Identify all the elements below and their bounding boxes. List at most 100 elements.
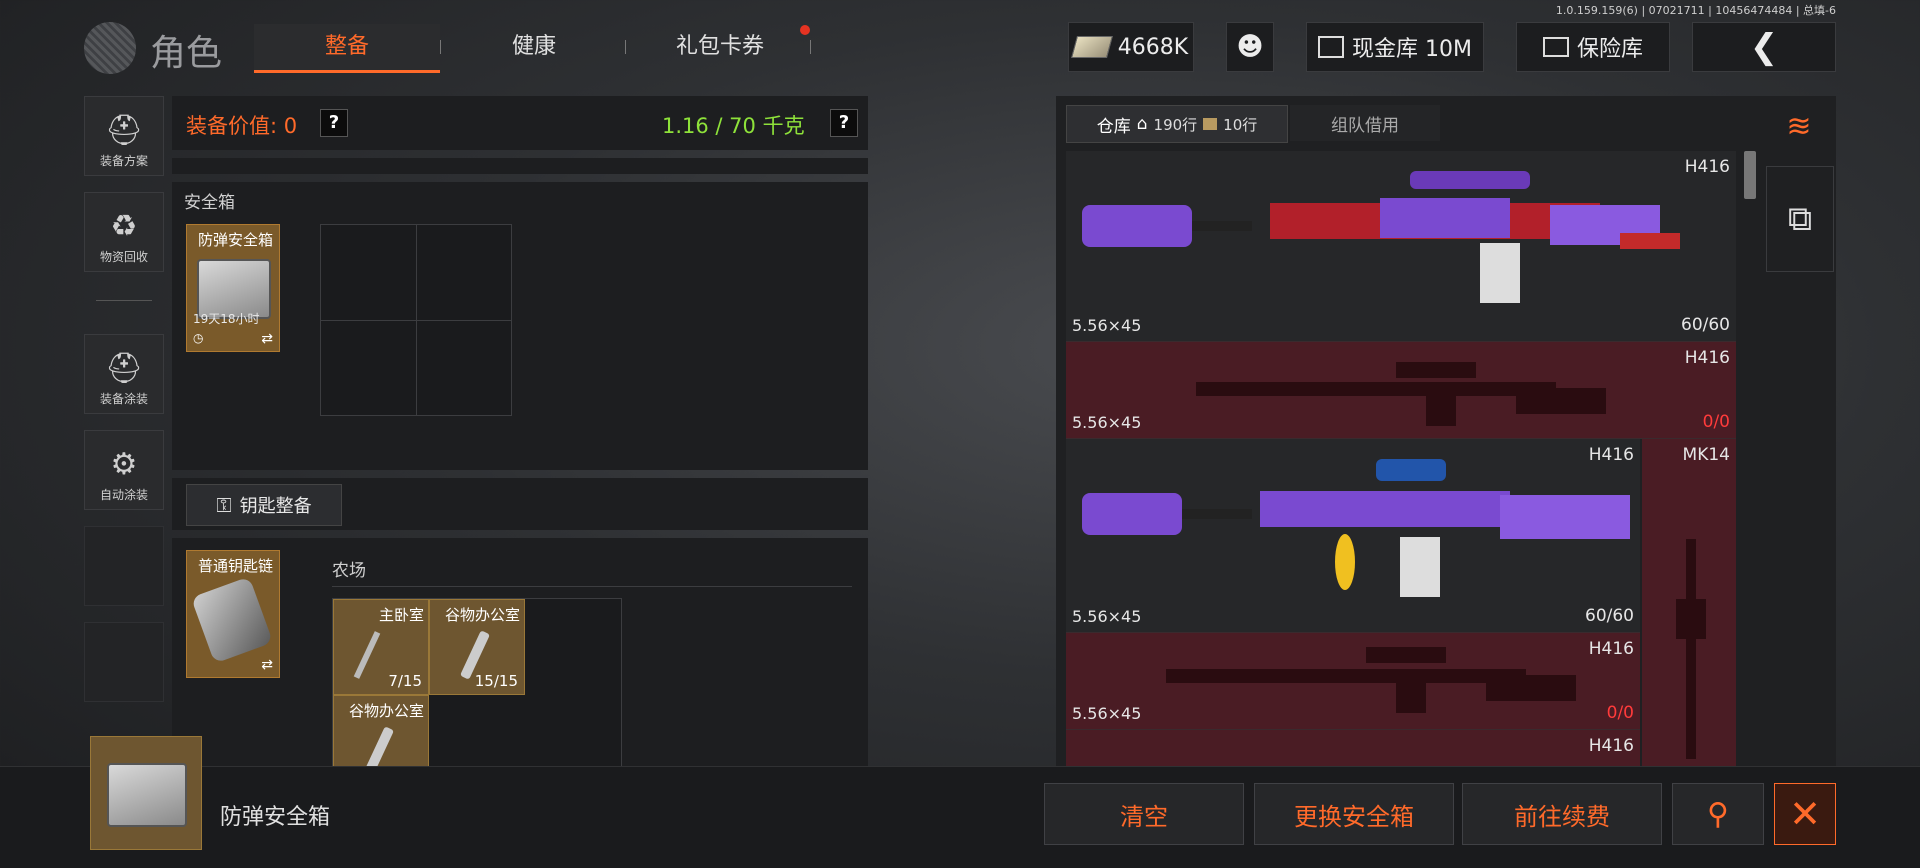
swap-icon: ⇄ bbox=[261, 657, 273, 673]
key-count: 15/15 bbox=[474, 672, 518, 690]
renew-button[interactable]: 前往续费 bbox=[1462, 783, 1662, 845]
team-borrow-label: 组队借用 bbox=[1331, 115, 1399, 136]
ticket-icon bbox=[1203, 118, 1218, 130]
warehouse-tab-label: 仓库 bbox=[1096, 116, 1131, 137]
selected-item-thumbnail bbox=[90, 736, 202, 850]
equipment-value: 装备价值: 0 bbox=[186, 114, 298, 138]
tab-team-borrow[interactable]: 组队借用 bbox=[1290, 105, 1440, 141]
help-icon[interactable]: ? bbox=[830, 109, 858, 137]
tab-health[interactable]: 健康 bbox=[460, 24, 608, 70]
key-image bbox=[363, 726, 395, 766]
safebox-item[interactable]: 防弹安全箱 19天18小时 ◷ ⇄ bbox=[186, 224, 280, 352]
selected-item-name: 防弹安全箱 bbox=[220, 805, 331, 830]
safebox-item-name: 防弹安全箱 bbox=[197, 231, 273, 249]
stash-down-button[interactable]: ⧉ bbox=[1766, 166, 1834, 272]
sidebar-item-auto-paint[interactable]: ⚙ 自动涂装 bbox=[84, 430, 164, 510]
tab-divider bbox=[440, 40, 441, 54]
key-item[interactable]: 主卧室 7/15 bbox=[333, 599, 429, 695]
sidebar-empty-slot bbox=[84, 526, 164, 606]
stack-refresh-icon: ≋ bbox=[1786, 108, 1812, 144]
keys-header: ⚿ 钥匙整备 bbox=[172, 478, 868, 530]
sidebar-item-paint[interactable]: ⛑ 装备涂装 bbox=[84, 334, 164, 414]
tab-divider bbox=[810, 40, 811, 54]
currency-amount: 4668K bbox=[1117, 34, 1189, 60]
close-button[interactable]: ✕ bbox=[1774, 783, 1836, 845]
weapon-ammo: 60/60 bbox=[1681, 315, 1730, 335]
cash-vault-label: 现金库 10M bbox=[1352, 37, 1472, 62]
safebox-grid[interactable] bbox=[320, 224, 512, 416]
key-item[interactable]: 谷物办公室 bbox=[333, 695, 429, 766]
weapon-ammo: 0/0 bbox=[1702, 412, 1730, 432]
helmet-grid-icon: ⛑ bbox=[104, 113, 144, 148]
search-icon: ⚲ bbox=[1707, 796, 1729, 832]
rifle-silhouette-image bbox=[1166, 647, 1576, 713]
keychain-item[interactable]: 普通钥匙链 ⇄ bbox=[186, 550, 280, 678]
safebox-panel: 安全箱 防弹安全箱 19天18小时 ◷ ⇄ bbox=[172, 182, 868, 470]
warehouse-row[interactable]: H416 5.56×45 60/60 bbox=[1066, 151, 1736, 342]
equipment-value-bar: 装备价值: 0 ? 1.16 / 70 千克 ? bbox=[172, 96, 868, 150]
tab-divider bbox=[625, 40, 626, 54]
close-icon: ✕ bbox=[1789, 792, 1821, 836]
clear-button[interactable]: 清空 bbox=[1044, 783, 1244, 845]
replace-safebox-button[interactable]: 更换安全箱 bbox=[1254, 783, 1454, 845]
safe-vault-label: 保险库 bbox=[1576, 37, 1643, 62]
agent-button[interactable]: ☻ bbox=[1226, 22, 1274, 72]
warehouse-scrollbar[interactable] bbox=[1744, 151, 1756, 199]
sidebar-empty-slot bbox=[84, 622, 164, 702]
rifle-silhouette-image bbox=[1676, 539, 1706, 759]
safebox-image bbox=[107, 763, 187, 827]
vault-card-icon bbox=[1318, 36, 1344, 58]
divider bbox=[332, 586, 852, 587]
safe-icon bbox=[1542, 37, 1569, 57]
version-text: 1.0.159.159(6) | 07021711 | 10456474484 … bbox=[1555, 4, 1836, 17]
weapon-name: H416 bbox=[1588, 639, 1634, 659]
warehouse-row[interactable]: H416 5.56×45 0/0 bbox=[1066, 633, 1640, 730]
safebox-time: 19天18小时 bbox=[193, 312, 260, 326]
key-name: 谷物办公室 bbox=[444, 606, 520, 624]
search-button[interactable]: ⚲ bbox=[1672, 783, 1764, 845]
cash-stack-icon bbox=[1070, 36, 1113, 58]
weapon-caliber: 5.56×45 bbox=[1072, 413, 1142, 432]
sidebar-item-label: 装备方案 bbox=[99, 154, 148, 168]
safe-vault-button[interactable]: 保险库 bbox=[1516, 22, 1670, 72]
keychain-item-name: 普通钥匙链 bbox=[197, 557, 273, 575]
key-count: 7/15 bbox=[388, 672, 422, 690]
weapon-caliber: 5.56×45 bbox=[1072, 316, 1142, 335]
keys-button-label: 钥匙整备 bbox=[239, 496, 312, 517]
swap-icon: ⇄ bbox=[261, 331, 273, 347]
weapon-ammo: 0/0 bbox=[1606, 703, 1634, 723]
weight-readout: 1.16 / 70 千克 bbox=[662, 114, 805, 138]
weapon-name: MK14 bbox=[1682, 445, 1730, 465]
sort-button[interactable]: ≋ bbox=[1766, 96, 1832, 156]
help-icon[interactable]: ? bbox=[320, 109, 348, 137]
key-item[interactable]: 谷物办公室 15/15 bbox=[429, 599, 525, 695]
weapon-ammo: 60/60 bbox=[1585, 606, 1634, 626]
warehouse-row[interactable]: H416 bbox=[1066, 730, 1640, 767]
back-arrow-icon: ❮ bbox=[1749, 27, 1779, 67]
equipment-strip bbox=[172, 158, 868, 174]
tab-loadout[interactable]: 整备 bbox=[254, 24, 440, 73]
sidebar-item-label: 自动涂装 bbox=[99, 488, 148, 502]
helmet-paint-icon: ⛑ bbox=[104, 351, 144, 386]
warehouse-side-item[interactable]: MK14 bbox=[1642, 439, 1736, 766]
key-icon: ⚿ bbox=[216, 493, 232, 517]
tab-gift-coupons[interactable]: 礼包卡券 bbox=[640, 24, 800, 70]
key-image bbox=[353, 631, 381, 679]
sidebar-item-label: 装备涂装 bbox=[99, 392, 148, 406]
sidebar-item-recycle[interactable]: ♻ 物资回收 bbox=[84, 192, 164, 272]
tab-warehouse[interactable]: 仓库 ⌂ 190行 10行 bbox=[1066, 105, 1288, 143]
sidebar-item-loadout-plan[interactable]: ⛑ 装备方案 bbox=[84, 96, 164, 176]
cash-vault-button[interactable]: 现金库 10M bbox=[1306, 22, 1484, 72]
keychain-image bbox=[190, 576, 274, 664]
warehouse-row[interactable]: H416 5.56×45 0/0 bbox=[1066, 342, 1736, 439]
weapon-caliber: 5.56×45 bbox=[1072, 607, 1142, 626]
currency-display[interactable]: 4668K bbox=[1068, 22, 1194, 72]
ticket-rows: 10行 bbox=[1223, 115, 1258, 134]
warehouse-row[interactable]: H416 5.56×45 60/60 bbox=[1066, 439, 1640, 633]
back-button[interactable]: ❮ bbox=[1692, 22, 1836, 72]
notification-dot bbox=[800, 25, 810, 35]
rifle-silhouette-image bbox=[1196, 362, 1606, 426]
weapon-name: H416 bbox=[1684, 348, 1730, 368]
safebox-title: 安全箱 bbox=[184, 193, 235, 213]
keys-button[interactable]: ⚿ 钥匙整备 bbox=[186, 484, 342, 526]
